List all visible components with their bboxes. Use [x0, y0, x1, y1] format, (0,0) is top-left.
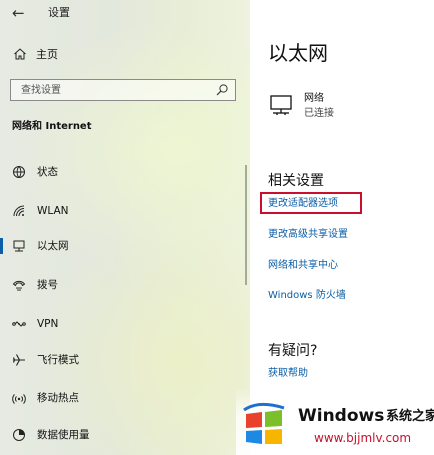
- page-title: 以太网: [268, 41, 328, 65]
- sidebar-item-label: WLAN: [37, 205, 69, 217]
- sidebar-item-dialup[interactable]: 拨号: [0, 273, 250, 297]
- search-input[interactable]: [11, 80, 211, 100]
- sidebar-item-label: 状态: [37, 166, 58, 178]
- active-indicator: [0, 238, 3, 254]
- settings-sidebar: ← 设置 主页 网络和 Internet 状态 WLAN: [0, 0, 250, 455]
- vpn-icon: [12, 321, 26, 327]
- change-adapter-options-link[interactable]: 更改适配器选项: [268, 197, 338, 211]
- hotspot-icon: [12, 394, 26, 404]
- watermark-brand-cn: 系统之家: [386, 409, 434, 424]
- sidebar-item-home[interactable]: 主页: [0, 44, 250, 66]
- globe-icon: [13, 166, 25, 178]
- network-name[interactable]: 网络: [304, 92, 324, 106]
- window-title: 设置: [48, 6, 70, 19]
- sidebar-item-airplane-mode[interactable]: 飞行模式: [0, 348, 250, 372]
- watermark-url: www.bjjmlv.com: [314, 431, 412, 445]
- network-status: 已连接: [304, 108, 334, 119]
- sidebar-item-vpn[interactable]: VPN: [0, 312, 250, 336]
- sidebar-item-ethernet[interactable]: 以太网: [0, 234, 250, 258]
- section-heading: 网络和 Internet: [12, 121, 92, 132]
- title-bar: ← 设置: [0, 0, 250, 26]
- sidebar-item-label: 飞行模式: [37, 354, 79, 366]
- sidebar-item-status[interactable]: 状态: [0, 160, 250, 184]
- scrollbar[interactable]: [245, 165, 247, 285]
- back-arrow-icon[interactable]: ←: [12, 5, 28, 21]
- search-icon[interactable]: [215, 83, 229, 97]
- help-heading: 有疑问?: [268, 343, 318, 359]
- sidebar-item-label: 主页: [36, 48, 58, 61]
- watermark-brand: Windows: [298, 406, 385, 426]
- sidebar-item-label: 数据使用量: [37, 429, 90, 441]
- watermark: Windows 系统之家 www.bjjmlv.com: [236, 388, 434, 455]
- search-box[interactable]: [10, 79, 236, 101]
- sidebar-item-label: VPN: [37, 318, 59, 330]
- airplane-icon: [12, 354, 25, 366]
- windows-logo-icon: [243, 403, 285, 444]
- main-content: 以太网 网络 已连接 相关设置 更改适配器选项 更改高级共享设置 网络和共享中心…: [250, 0, 434, 455]
- sidebar-item-label: 拨号: [37, 279, 58, 291]
- wifi-icon: [13, 205, 25, 217]
- ethernet-network-icon: [270, 95, 292, 115]
- sidebar-item-data-usage[interactable]: 数据使用量: [0, 423, 250, 447]
- home-icon: [14, 48, 26, 60]
- network-sharing-center-link[interactable]: 网络和共享中心: [268, 259, 338, 273]
- sidebar-item-label: 移动热点: [37, 392, 79, 404]
- sidebar-item-mobile-hotspot[interactable]: 移动热点: [0, 386, 250, 410]
- related-settings-heading: 相关设置: [268, 173, 324, 189]
- data-usage-icon: [13, 429, 25, 441]
- sidebar-item-label: 以太网: [37, 240, 69, 252]
- get-help-link[interactable]: 获取帮助: [268, 367, 308, 381]
- windows-firewall-link[interactable]: Windows 防火墙: [268, 289, 346, 303]
- change-advanced-sharing-link[interactable]: 更改高级共享设置: [268, 228, 348, 242]
- ethernet-icon: [13, 240, 25, 252]
- sidebar-item-wlan[interactable]: WLAN: [0, 199, 250, 223]
- dialup-icon: [12, 280, 26, 291]
